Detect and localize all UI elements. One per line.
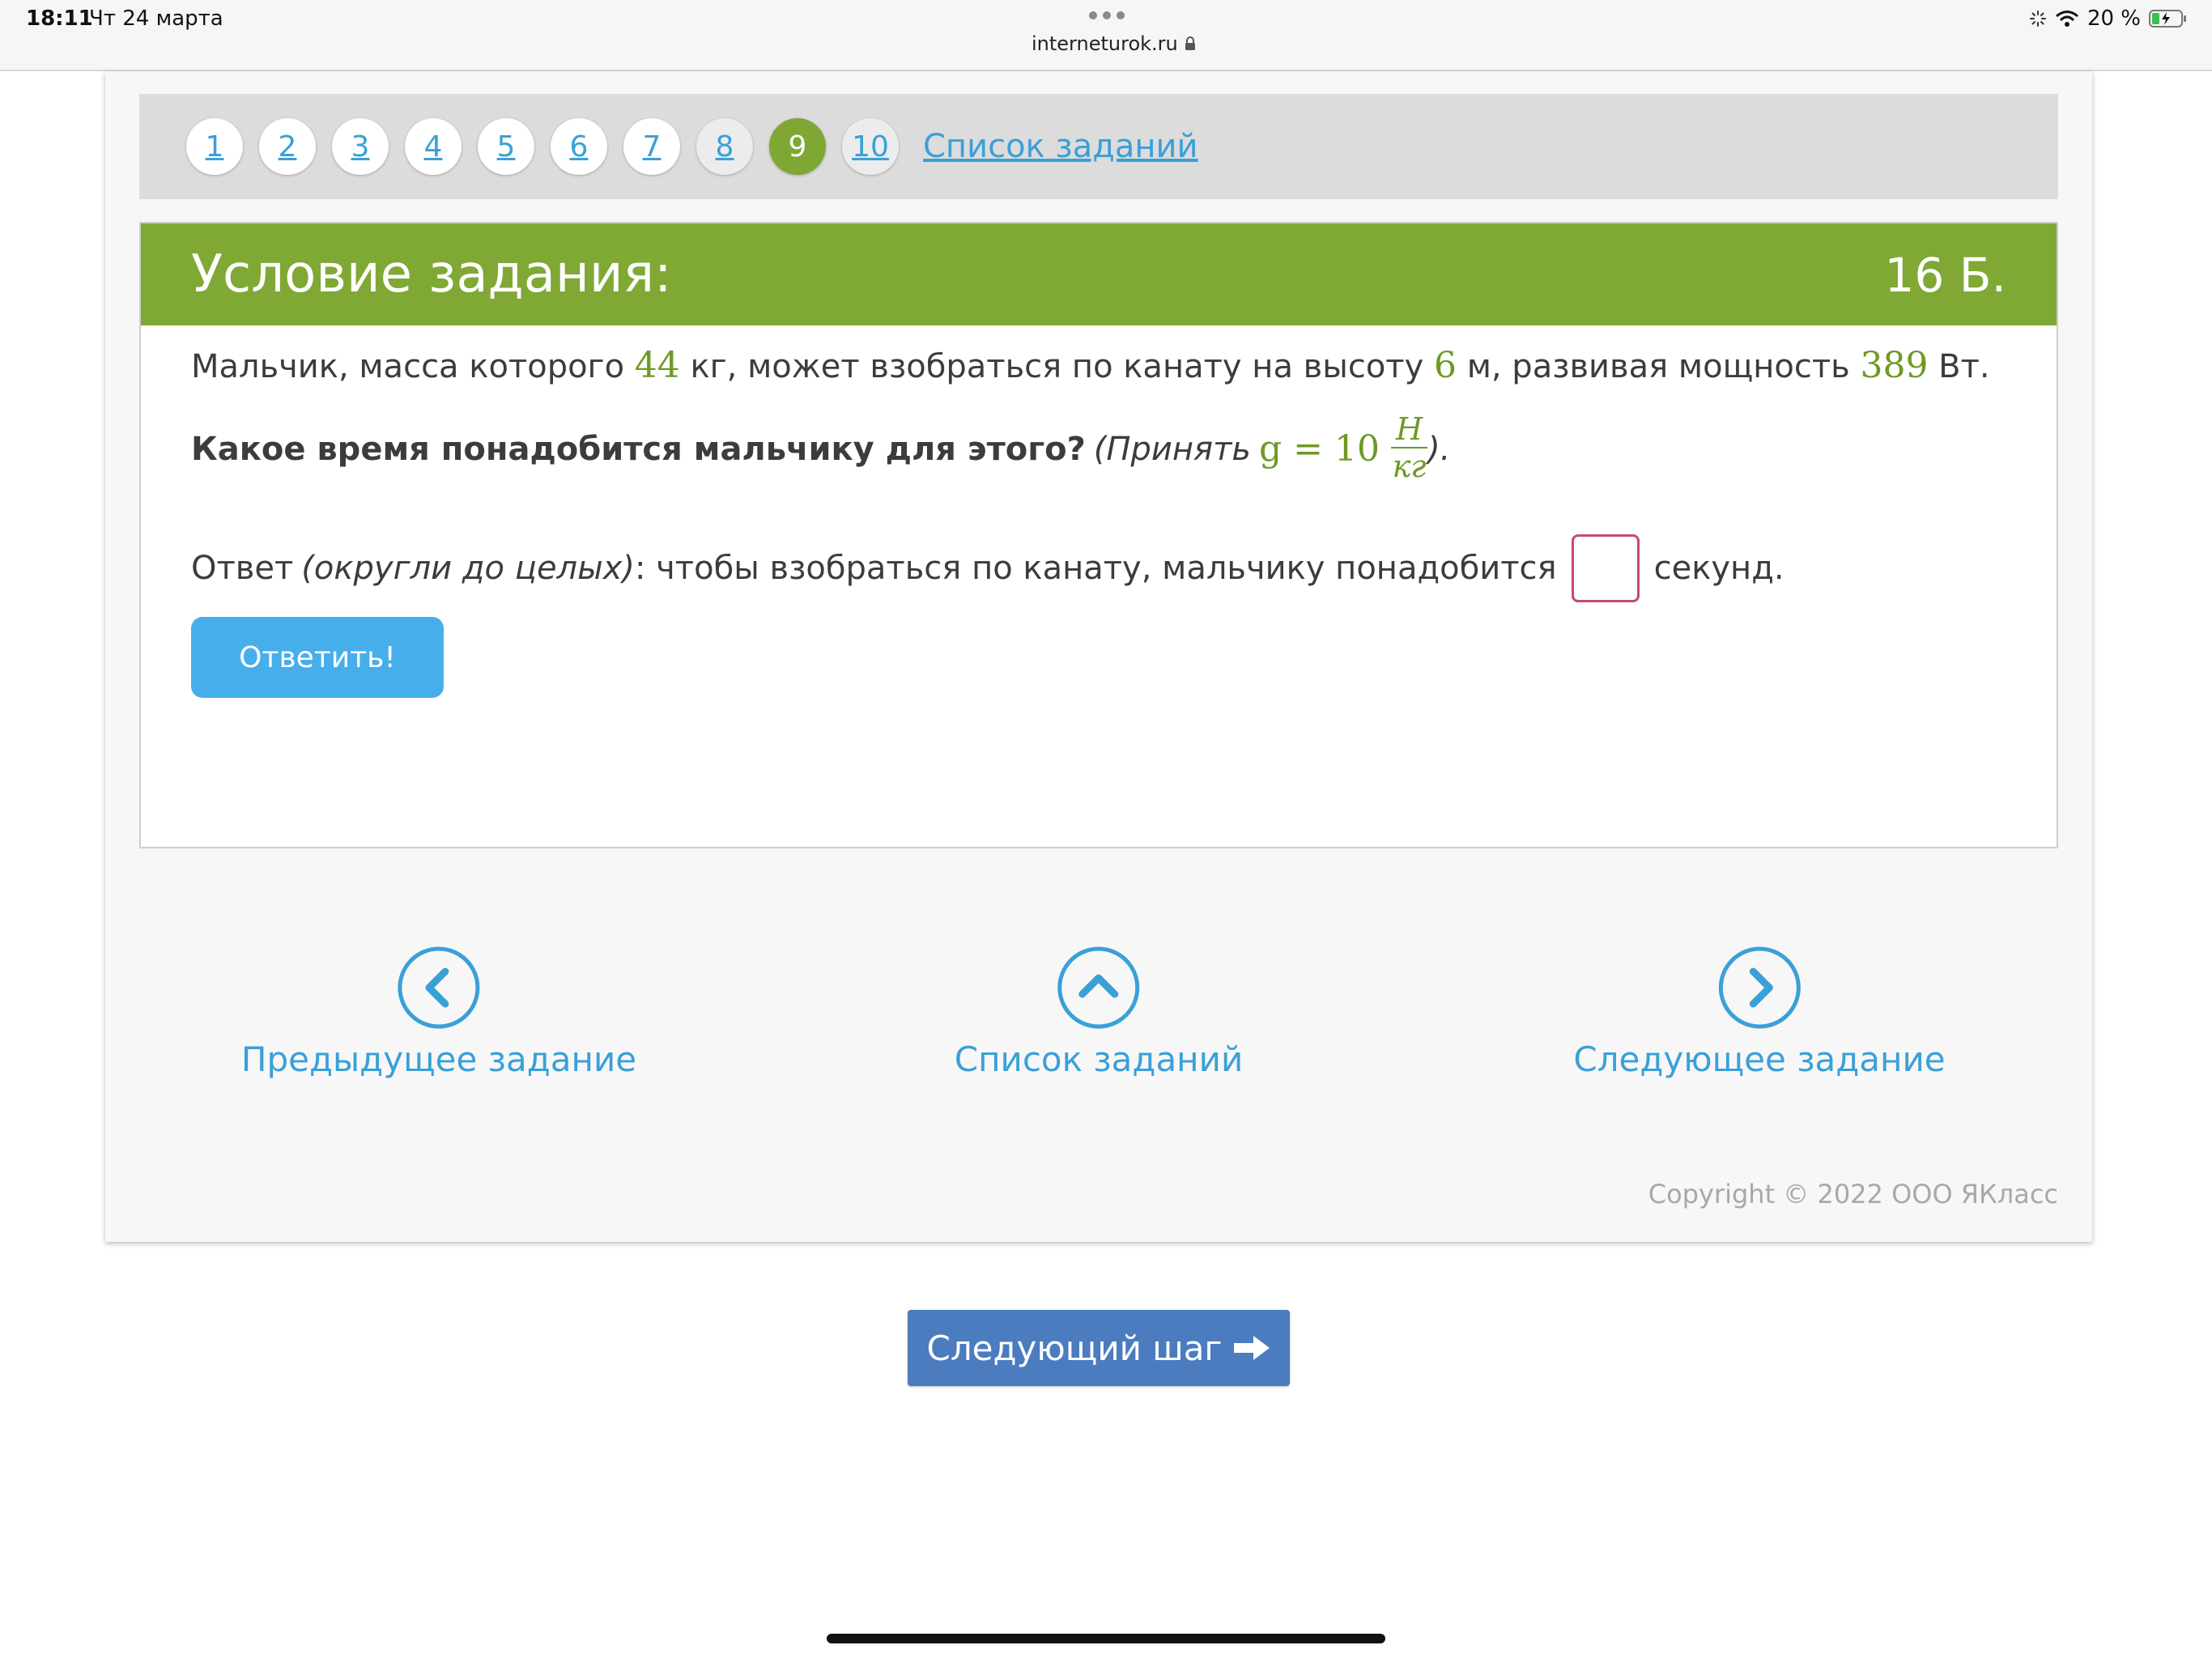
g-formula-value: g = 10 <box>1259 428 1380 470</box>
task-list-link[interactable]: Список заданий <box>923 128 1198 165</box>
prev-task-button[interactable]: Предыдущее задание <box>241 946 636 1079</box>
task-number-list: 1 2 3 4 5 6 7 8 9 10 Список заданий <box>186 118 1198 175</box>
battery-percent: 20 % <box>2087 6 2141 31</box>
task-points: 16 Б. <box>1884 248 2006 303</box>
task-number-4[interactable]: 4 <box>405 118 462 175</box>
task-list-label: Список заданий <box>954 1039 1244 1079</box>
url-text: interneturok.ru <box>1032 32 1178 55</box>
task-number-7[interactable]: 7 <box>623 118 680 175</box>
condition-text-1: Мальчик, масса которого <box>191 348 625 385</box>
next-step-button[interactable]: Следующий шаг <box>908 1310 1290 1386</box>
prev-task-label: Предыдущее задание <box>240 1039 637 1079</box>
chevron-left-circle-icon <box>398 946 480 1029</box>
note-start: (Принять <box>1093 430 1251 468</box>
question-text: Какое время понадобится мальчику для это… <box>191 430 1086 468</box>
answer-suffix: секунд. <box>1653 550 1784 587</box>
activity-spinner-icon <box>2029 11 2046 27</box>
task-condition: Мальчик, масса которого 44 кг, может взо… <box>191 345 1990 386</box>
task-number-1[interactable]: 1 <box>186 118 243 175</box>
task-list-button[interactable]: Список заданий <box>954 946 1244 1079</box>
condition-text-2: кг, может взобраться по канату на высоту <box>690 348 1424 385</box>
more-dots-icon[interactable] <box>1089 11 1125 19</box>
status-date: Чт 24 марта <box>89 6 223 31</box>
power-value: 389 <box>1860 345 1929 386</box>
task-panel: Условие задания: 16 Б. Мальчик, масса ко… <box>139 222 2058 848</box>
chevron-up-circle-icon <box>1057 946 1140 1029</box>
condition-text-4: Вт. <box>1938 348 1990 385</box>
task-number-2[interactable]: 2 <box>259 118 316 175</box>
next-task-button[interactable]: Следующее задание <box>1573 946 1946 1079</box>
bottom-navigation: Предыдущее задание Список заданий Следую… <box>105 946 2092 1091</box>
arrow-right-icon <box>1233 1336 1270 1360</box>
task-number-3[interactable]: 3 <box>332 118 389 175</box>
task-question: Какое время понадобится мальчику для это… <box>191 412 1451 485</box>
task-number-6[interactable]: 6 <box>551 118 607 175</box>
unit-fraction: Н кг <box>1391 412 1428 485</box>
task-number-5[interactable]: 5 <box>478 118 534 175</box>
g-formula: g = 10 Н кг <box>1259 412 1428 485</box>
task-card: 1 2 3 4 5 6 7 8 9 10 Список заданий Усло… <box>105 71 2092 1242</box>
height-value: 6 <box>1433 345 1457 386</box>
answer-hint: (округли до целых) <box>301 550 635 587</box>
note-end: ). <box>1427 430 1451 468</box>
submit-answer-button[interactable]: Ответить! <box>191 617 444 698</box>
wifi-icon <box>2055 11 2078 27</box>
task-number-9-current[interactable]: 9 <box>769 118 826 175</box>
unit-denominator: кг <box>1392 448 1427 484</box>
task-header: Условие задания: 16 Б. <box>141 223 2057 325</box>
task-number-8[interactable]: 8 <box>696 118 753 175</box>
answer-input[interactable] <box>1571 534 1640 602</box>
chevron-right-circle-icon <box>1718 946 1801 1029</box>
task-number-10[interactable]: 10 <box>842 118 899 175</box>
condition-text-3: м, развивая мощность <box>1466 348 1850 385</box>
mass-value: 44 <box>634 345 680 386</box>
next-step-label: Следующий шаг <box>926 1328 1223 1368</box>
task-title: Условие задания: <box>191 244 672 304</box>
unit-numerator: Н <box>1391 412 1428 449</box>
answer-prefix: Ответ <box>191 550 294 587</box>
status-time: 18:11 <box>26 6 93 31</box>
lock-icon <box>1185 36 1195 50</box>
copyright-text: Copyright © 2022 ООО ЯКласс <box>1648 1179 2058 1209</box>
status-bar: 18:11 Чт 24 марта interneturok.ru 20 % <box>0 0 2212 71</box>
status-right: 20 % <box>2029 6 2188 31</box>
address-bar[interactable]: interneturok.ru <box>1032 32 1196 55</box>
next-task-label: Следующее задание <box>1573 1039 1946 1079</box>
answer-text: : чтобы взобраться по канату, мальчику п… <box>634 550 1557 587</box>
task-number-nav: 1 2 3 4 5 6 7 8 9 10 Список заданий <box>139 94 2058 199</box>
answer-line: Ответ (округли до целых) : чтобы взобрат… <box>191 534 1784 602</box>
battery-charging-icon <box>2149 10 2186 28</box>
home-indicator[interactable] <box>827 1634 1385 1643</box>
